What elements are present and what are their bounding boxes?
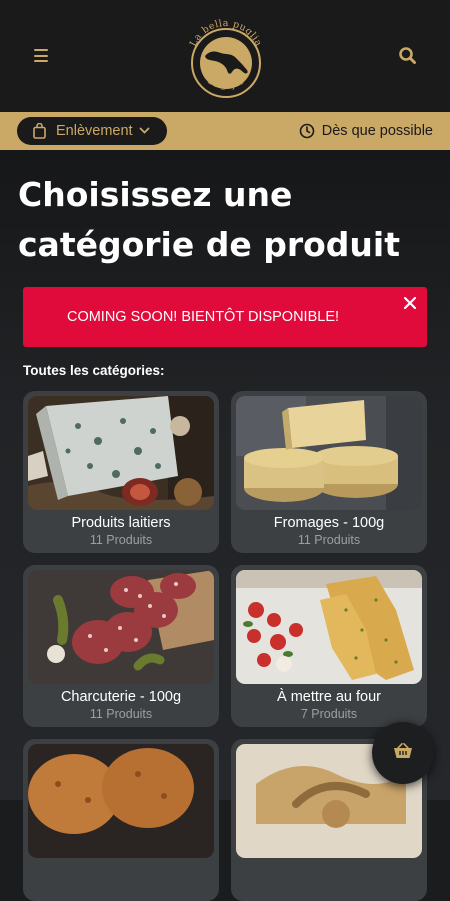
category-image <box>236 570 422 684</box>
category-image <box>28 744 214 858</box>
category-card-produits-laitiers[interactable]: Produits laitiers 11 Produits <box>23 391 219 553</box>
category-count: 11 Produits <box>297 533 361 547</box>
category-card-fromages[interactable]: Fromages - 100g 11 Produits <box>231 391 427 553</box>
category-count: 11 Produits <box>89 707 153 721</box>
category-image <box>28 570 214 684</box>
category-card-5[interactable] <box>23 739 219 901</box>
search-icon[interactable] <box>398 46 418 66</box>
categories-heading: Toutes les catégories: <box>23 363 165 378</box>
alert-message: COMING SOON! BIENTÔT DISPONIBLE! <box>66 309 340 325</box>
category-name: Fromages - 100g <box>273 515 385 531</box>
main-content: Choisissez une catégorie de produit COMI… <box>0 150 450 901</box>
app-header: La bella puglia Belgique <box>0 0 450 112</box>
cart-button[interactable] <box>372 722 434 784</box>
category-name: Produits laitiers <box>71 515 171 531</box>
pickup-time-label: Dès que possible <box>321 123 433 139</box>
category-count: 11 Produits <box>89 533 153 547</box>
page-title: Choisissez une catégorie de produit <box>18 175 400 264</box>
pickup-mode-dropdown[interactable]: Enlèvement <box>17 117 167 145</box>
pickup-mode-label: Enlèvement <box>56 123 133 139</box>
category-name: À mettre au four <box>277 689 381 705</box>
category-image <box>28 396 214 510</box>
order-mode-bar: Enlèvement Dès que possible <box>0 112 450 150</box>
category-card-a-mettre-au-four[interactable]: À mettre au four 7 Produits <box>231 565 427 727</box>
close-icon[interactable] <box>403 296 417 310</box>
chevron-down-icon <box>139 127 150 135</box>
hamburger-icon[interactable] <box>34 49 48 62</box>
pickup-time-selector[interactable]: Dès que possible <box>299 112 433 150</box>
shopping-bag-icon <box>33 123 46 139</box>
category-card-charcuterie[interactable]: Charcuterie - 100g 11 Produits <box>23 565 219 727</box>
basket-icon <box>393 742 413 764</box>
clock-icon <box>299 123 315 139</box>
category-name: Charcuterie - 100g <box>60 689 182 705</box>
coming-soon-alert: COMING SOON! BIENTÔT DISPONIBLE! <box>23 287 427 347</box>
brand-logo[interactable]: La bella puglia Belgique <box>183 14 269 100</box>
category-count: 7 Produits <box>300 707 358 721</box>
category-image <box>236 396 422 510</box>
